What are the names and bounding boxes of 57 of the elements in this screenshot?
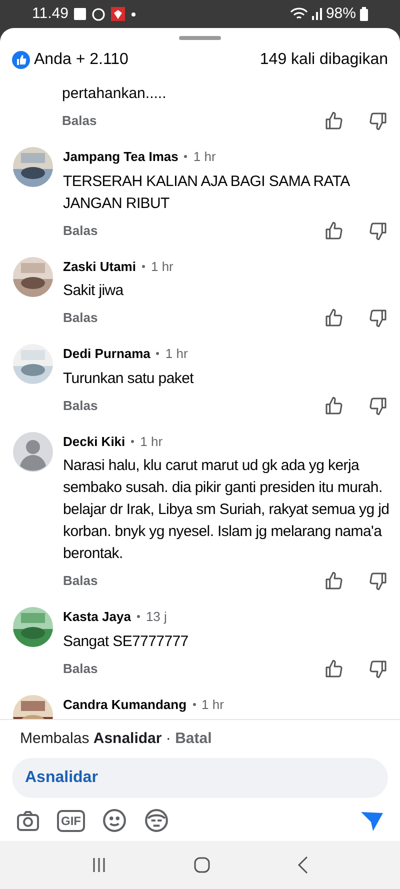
commenter-name[interactable]: Decki Kiki <box>63 432 126 451</box>
commenter-name[interactable]: Zaski Utami <box>63 256 136 276</box>
signal-icon <box>290 7 322 21</box>
replying-to-label: Membalas Asnalidar · <box>20 728 172 748</box>
thumbs-down-icon[interactable] <box>368 220 388 240</box>
reply-link[interactable]: Balas <box>63 220 98 240</box>
thumbs-up-icon[interactable] <box>324 571 344 591</box>
app-notification-icon <box>111 7 126 21</box>
like-icon <box>12 51 30 69</box>
thumbs-down-icon[interactable] <box>368 308 388 328</box>
reply-link[interactable]: Balas <box>63 571 98 591</box>
comment-time: 13 j <box>146 608 167 626</box>
smiley-icon[interactable] <box>102 808 127 833</box>
thumbs-down-icon[interactable] <box>368 396 388 416</box>
comment-text: Sakit jiwa <box>63 281 125 301</box>
comment-time: 1 hr <box>140 432 163 450</box>
battery-icon <box>360 7 368 21</box>
send-icon[interactable] <box>360 810 384 832</box>
thumbs-up-icon[interactable] <box>324 111 344 131</box>
thumbs-up-icon[interactable] <box>324 658 344 678</box>
share-count[interactable]: 149 kali dibagikan <box>260 48 388 72</box>
avatar-icon <box>13 432 53 472</box>
commenter-name[interactable]: Dedi Purnama <box>63 344 150 364</box>
thumbs-down-icon[interactable] <box>368 111 388 131</box>
cancel-link[interactable]: Batal <box>175 728 212 750</box>
comment-time: 1 hr <box>150 258 174 276</box>
comment-input[interactable]: Asnalidar <box>12 758 388 798</box>
reply-link[interactable]: Balas <box>63 658 98 678</box>
thumbs-up-icon[interactable] <box>324 220 344 240</box>
thumbs-down-icon[interactable] <box>368 658 388 678</box>
comment-text: Sangat SE7777777 <box>63 632 190 652</box>
reaction-count[interactable]: Anda + 2.110 <box>34 48 128 72</box>
commenter-name[interactable]: Candra Kumandang <box>63 694 187 714</box>
camera-icon[interactable] <box>16 808 40 832</box>
drag-handle[interactable] <box>179 36 221 40</box>
recent-apps-icon[interactable] <box>91 857 108 873</box>
comment-time: 1 hr <box>202 696 224 714</box>
home-icon[interactable] <box>194 857 210 873</box>
avatar-sticker-icon[interactable] <box>144 808 169 833</box>
comment-time: 1 hr <box>165 345 188 363</box>
thumbs-up-icon[interactable] <box>324 308 344 328</box>
comment-text: Turunkan satu paket <box>63 368 195 388</box>
gif-button[interactable]: GIF <box>57 810 85 832</box>
comment-time: 1 hr <box>193 148 216 166</box>
commenter-name[interactable]: Kasta Jaya <box>63 607 131 626</box>
clock-time: 11.49 <box>32 4 68 24</box>
reply-link[interactable]: Balas <box>63 308 98 328</box>
comment-text: Narasi halu, klu carut marut ud gk ada yg kerja sembako susah. dia pikir ganti presiden itu murah. belajar dr Irak, Libya sm Suriah, rakyat semua yg jd korban. bnyk yg nyesel. Islam jg melarang nama'a berontak. <box>63 456 390 564</box>
reply-link[interactable]: Balas <box>62 111 97 131</box>
commenter-name[interactable]: Jampang Tea Imas <box>63 147 178 166</box>
reply-link[interactable]: Balas <box>63 396 98 416</box>
back-icon[interactable] <box>296 856 309 874</box>
thumbs-down-icon[interactable] <box>368 571 388 591</box>
battery-percent: 98% <box>326 4 356 24</box>
comment-text: pertahankan..... <box>62 84 168 104</box>
thumbs-up-icon[interactable] <box>324 396 344 416</box>
comment-text: TERSERAH KALIAN AJA BAGI SAMA RATA JANGAN RIBUT <box>63 172 351 214</box>
